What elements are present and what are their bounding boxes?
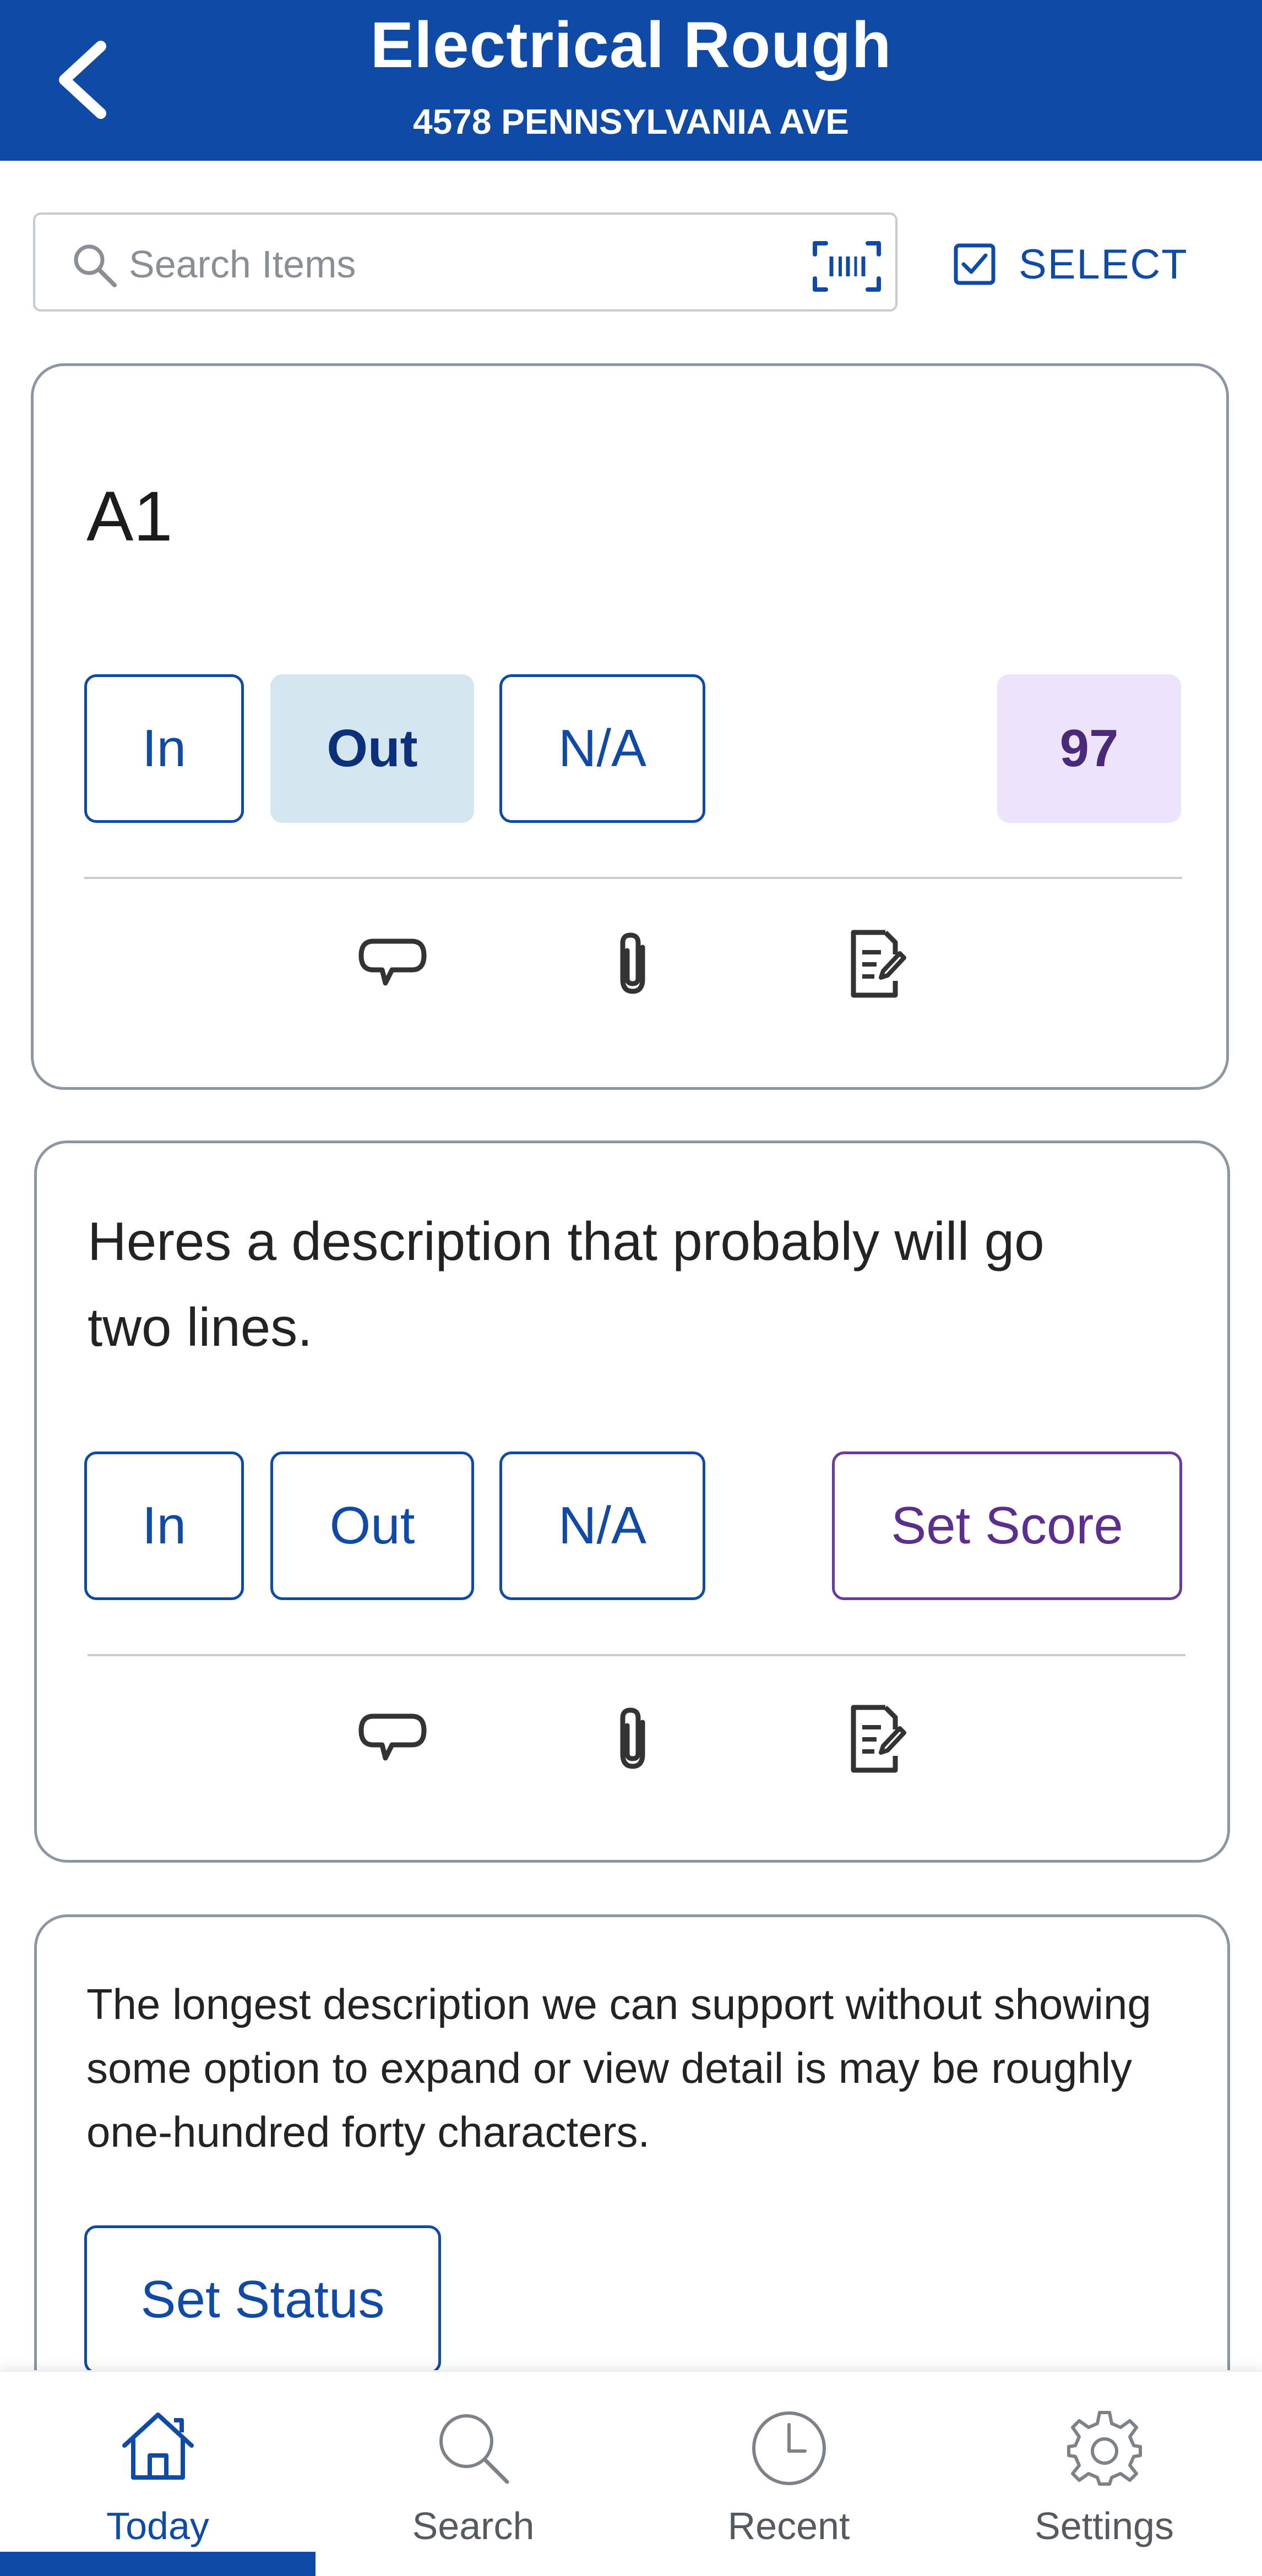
tab-settings[interactable]: Settings [946,2372,1262,2576]
status-na-button[interactable]: N/A [499,1451,705,1600]
gear-icon [1067,2411,1142,2486]
card-divider [88,1654,1185,1656]
set-score-button[interactable]: Set Score [832,1451,1182,1600]
checkbox-icon [954,243,996,285]
page-title: Electrical Rough [370,9,892,81]
page-subtitle: 4578 PENNSYLVANIA AVE [413,102,849,141]
inspection-item-card: A1 In Out N/A 97 [31,363,1229,1090]
active-tab-indicator [0,2552,316,2576]
clock-icon [752,2411,826,2485]
set-status-button[interactable]: Set Status [84,2225,441,2374]
status-in-button[interactable]: In [84,674,244,823]
item-description: Heres a description that probably will g… [88,1211,1045,1357]
status-out-button[interactable]: Out [270,674,474,823]
bottom-tab-bar: Today Search Recent Settings [0,2370,1262,2576]
home-icon [122,2413,194,2480]
tab-label: Today [106,2504,209,2547]
inspection-item-card: Heres a description that probably will g… [34,1140,1230,1863]
attachment-icon[interactable] [596,1700,673,1777]
tab-search[interactable]: Search [316,2372,631,2576]
tab-recent[interactable]: Recent [631,2372,946,2576]
search-bar [33,212,897,312]
status-in-button[interactable]: In [84,1451,244,1600]
attachment-icon[interactable] [596,925,673,1002]
comment-icon[interactable] [354,1700,431,1777]
barcode-scan-icon[interactable] [812,240,882,296]
note-icon[interactable] [839,1700,916,1777]
tab-label: Recent [727,2504,850,2547]
search-icon [70,241,120,293]
status-na-button[interactable]: N/A [499,674,705,823]
select-button[interactable]: SELECT [953,231,1188,297]
app-header: Electrical Rough 4578 PENNSYLVANIA AVE [0,0,1262,161]
item-title: A1 [86,477,173,556]
item-description: The longest description we can support w… [86,1980,1151,2156]
tab-label: Settings [1035,2504,1174,2547]
select-label: SELECT [1019,241,1188,288]
tab-label: Search [412,2504,535,2547]
status-out-button[interactable]: Out [270,1451,474,1600]
search-icon [439,2414,509,2484]
comment-icon[interactable] [354,925,431,1002]
tab-today[interactable]: Today [0,2372,316,2576]
search-input[interactable] [129,231,779,297]
score-badge[interactable]: 97 [997,674,1181,823]
note-icon[interactable] [839,925,916,1002]
card-divider [84,877,1182,879]
